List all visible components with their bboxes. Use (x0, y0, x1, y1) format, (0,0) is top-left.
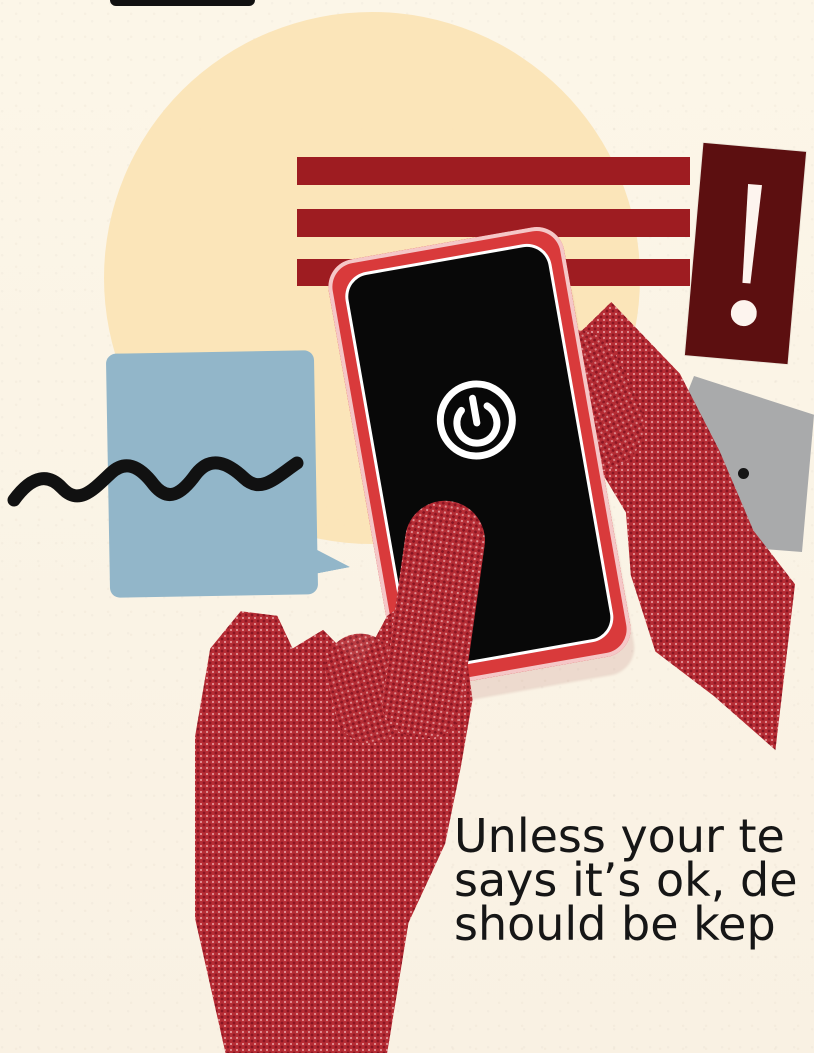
alert-card (684, 142, 807, 365)
partial-message-text: Unless your te says it’s ok, de should b… (454, 809, 798, 951)
message-line-3: should be kep (454, 897, 776, 951)
illustration-canvas: Unless your te says it’s ok, de should b… (0, 0, 814, 1053)
ellipsis-dot (738, 468, 749, 479)
power-icon (436, 380, 516, 460)
squiggle-line-icon (7, 456, 304, 507)
phone-screen (344, 243, 614, 671)
top-black-bar (110, 0, 255, 6)
exclamation-icon (730, 183, 763, 327)
message-line-2: says it’s ok, de (454, 853, 798, 907)
message-line-1: Unless your te (454, 809, 785, 863)
red-stripe-top (297, 157, 690, 185)
red-stripe-middle (297, 209, 690, 237)
